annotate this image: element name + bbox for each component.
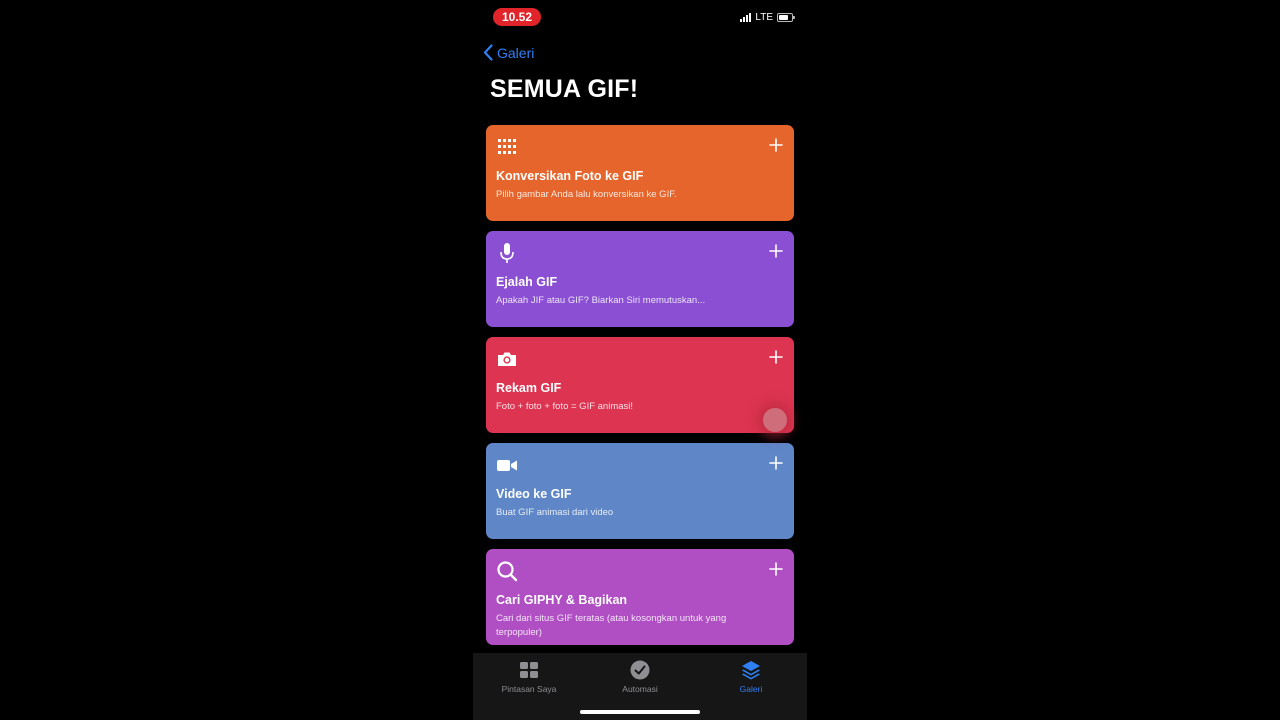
- back-button[interactable]: Galeri: [483, 44, 534, 61]
- layers-icon: [742, 661, 760, 680]
- tab-galeri[interactable]: Galeri: [696, 659, 806, 694]
- phone-screen: 10.52 LTE Galeri SEMUA GIF! Konversikan …: [473, 0, 807, 720]
- tab-label: Galeri: [739, 684, 763, 694]
- grid-icon: [498, 139, 516, 154]
- microphone-icon: [500, 243, 514, 263]
- tab-label: Pintasan Saya: [501, 684, 557, 694]
- tab-pintasan-saya[interactable]: Pintasan Saya: [474, 659, 584, 694]
- card-description: Pilih gambar Anda lalu konversikan ke GI…: [496, 189, 677, 200]
- plus-icon[interactable]: [768, 137, 784, 153]
- camera-icon: [498, 352, 516, 366]
- page-title: SEMUA GIF!: [490, 75, 639, 103]
- battery-icon: [777, 13, 795, 22]
- card-konversikan-foto[interactable]: Konversikan Foto ke GIF Pilih gambar And…: [486, 125, 794, 221]
- card-description: Buat GIF animasi dari video: [496, 507, 614, 518]
- card-description: Foto + foto + foto = GIF animasi!: [496, 401, 634, 412]
- network-label: LTE: [755, 12, 773, 23]
- plus-icon[interactable]: [768, 243, 784, 259]
- status-time: 10.52: [493, 8, 541, 26]
- chevron-left-icon: [483, 44, 493, 61]
- tab-label: Automasi: [622, 684, 658, 694]
- clock-check-icon: [630, 660, 650, 680]
- tab-automasi[interactable]: Automasi: [585, 659, 695, 694]
- card-title: Konversikan Foto ke GIF: [496, 169, 644, 183]
- card-title: Ejalah GIF: [496, 275, 558, 289]
- grid-squares-icon: [520, 662, 538, 678]
- card-ejalah-gif[interactable]: Ejalah GIF Apakah JIF atau GIF? Biarkan …: [486, 231, 794, 327]
- signal-icon: [740, 13, 752, 22]
- card-video-ke-gif[interactable]: Video ke GIF Buat GIF animasi dari video: [486, 443, 794, 539]
- plus-icon[interactable]: [768, 349, 784, 365]
- touch-indicator: [763, 408, 787, 432]
- plus-icon[interactable]: [768, 561, 784, 577]
- card-title: Video ke GIF: [496, 487, 572, 501]
- card-description: Cari dari situs GIF teratas (atau kosong…: [496, 613, 727, 638]
- status-indicators: LTE: [740, 12, 795, 23]
- search-icon: [497, 561, 518, 582]
- card-title: Cari GIPHY & Bagikan: [496, 593, 628, 607]
- card-title: Rekam GIF: [496, 381, 562, 395]
- card-description: Apakah JIF atau GIF? Biarkan Siri memutu…: [496, 295, 706, 306]
- back-label: Galeri: [497, 44, 535, 61]
- card-cari-giphy[interactable]: Cari GIPHY & Bagikan Cari dari situs GIF…: [486, 549, 794, 645]
- home-indicator[interactable]: [580, 710, 700, 714]
- plus-icon[interactable]: [768, 455, 784, 471]
- card-rekam-gif[interactable]: Rekam GIF Foto + foto + foto = GIF anima…: [486, 337, 794, 433]
- video-camera-icon: [497, 460, 517, 471]
